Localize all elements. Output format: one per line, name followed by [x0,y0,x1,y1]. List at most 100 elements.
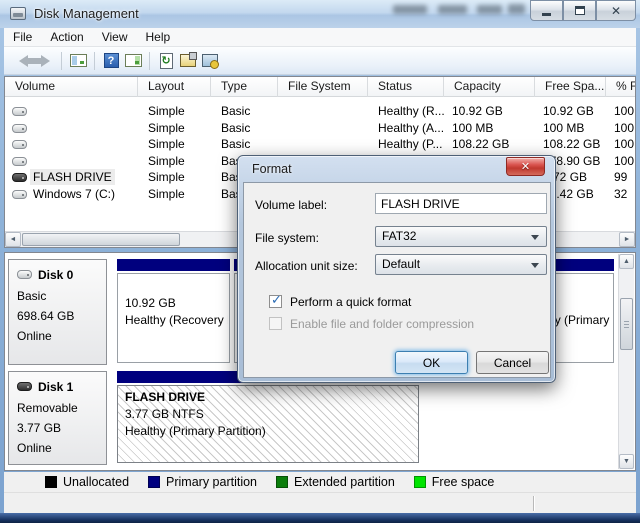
volume-icon [12,190,27,199]
dialog-body: Volume label: File system: FAT32 Allocat… [243,182,551,378]
menu-bar: File Action View Help [4,28,636,47]
ok-button[interactable]: OK [395,351,468,374]
maximize-button[interactable] [563,0,596,21]
volume-label-input[interactable] [375,193,547,214]
partition-label: FLASH DRIVE [125,390,417,405]
volume-icon [12,107,27,116]
primary-partition-color-swatch [148,476,160,488]
forward-button[interactable] [34,50,56,72]
menu-file[interactable]: File [4,28,41,46]
dialog-close-button[interactable]: ✕ [506,157,545,176]
volume-label-label: Volume label: [255,198,327,212]
cell-type: Basic [221,120,276,137]
disk-1-row: Disk 1 Removable 3.77 GB Online FLASH DR… [8,371,611,465]
cell-capacity: 108.22 GB [452,136,534,153]
disk-management-icon [10,7,26,20]
volume-icon [12,124,27,133]
disk-0-type: Basic [17,289,106,303]
show-console-tree-button[interactable] [67,50,89,72]
volume-row[interactable]: Simple Basic Healthy (A... 100 MB 100 MB… [5,120,635,137]
refresh-button[interactable]: ↻ [155,50,177,72]
cell-status: Healthy (A... [378,120,444,137]
cell-layout: Simple [148,169,208,186]
dialog-title: Format [252,162,292,176]
disk-icon [17,382,32,391]
format-dialog: Format ✕ Volume label: File system: FAT3… [237,155,556,383]
compression-checkbox[interactable] [269,317,282,330]
primary-partition-bar [117,259,230,271]
volume-row[interactable]: Simple Basic Healthy (P... 108.22 GB 108… [5,136,635,153]
menu-action[interactable]: Action [41,28,92,46]
legend-bar: Unallocated Primary partition Extended p… [4,472,636,492]
window-bottom-border [0,513,640,523]
disk-0-status: Online [17,329,106,343]
close-icon: ✕ [611,4,621,18]
scroll-up-button[interactable]: ▲ [619,254,634,269]
legend-primary-partition: Primary partition [148,475,257,489]
legend-free-space: Free space [414,475,495,489]
scroll-right-button[interactable]: ► [619,232,635,247]
column-header-pct-free[interactable]: % Free [606,77,635,97]
allocation-unit-label: Allocation unit size: [255,259,358,273]
cell-free-space: 10.92 GB [543,103,605,120]
unallocated-color-swatch [45,476,57,488]
partition-recovery[interactable]: 10.92 GB Healthy (Recovery Partition) [117,259,230,365]
column-header-type[interactable]: Type [211,77,278,97]
forward-icon [41,55,50,67]
horizontal-scroll-thumb[interactable] [22,233,180,246]
column-header-layout[interactable]: Layout [138,77,211,97]
column-header-status[interactable]: Status [368,77,444,97]
cell-pct-free: 100 [614,153,636,170]
disk-management-window: Disk Management ✕ File Action View Help … [0,0,640,523]
title-bar[interactable]: Disk Management ✕ [0,0,640,28]
cell-free-space: 108.22 GB [543,136,605,153]
cancel-button[interactable]: Cancel [476,351,549,374]
status-bar-separator [533,496,535,511]
disk-management-console-button[interactable] [199,50,221,72]
console-window-icon [202,54,218,67]
disk-1-type: Removable [17,401,106,415]
cell-pct-free: 99 [614,169,636,186]
allocation-unit-dropdown[interactable]: Default [375,254,547,275]
column-header-volume[interactable]: Volume [5,77,138,97]
menu-view[interactable]: View [93,28,137,46]
scroll-left-button[interactable]: ◄ [5,232,21,247]
thumb-grip [624,324,629,325]
volume-row[interactable]: Simple Basic Healthy (R... 10.92 GB 10.9… [5,103,635,120]
console-tree-icon [70,54,87,67]
partition-flash-drive[interactable]: FLASH DRIVE 3.77 GB NTFS Healthy (Primar… [117,371,419,465]
window-title: Disk Management [34,6,139,21]
column-header-capacity[interactable]: Capacity [444,77,535,97]
back-icon [19,55,28,67]
properties-button[interactable] [177,50,199,72]
disk-1-info-box[interactable]: Disk 1 Removable 3.77 GB Online [8,371,107,465]
scroll-down-button[interactable]: ▼ [619,454,634,469]
help-button[interactable]: ? [100,50,122,72]
window-controls: ✕ [530,0,636,22]
minimize-button[interactable] [530,0,563,21]
check-icon: ✓ [271,292,282,308]
chevron-down-icon [531,235,539,240]
disk-1-size: 3.77 GB [17,421,106,435]
file-system-dropdown[interactable]: FAT32 [375,226,547,247]
menu-help[interactable]: Help [137,28,180,46]
quick-format-checkbox[interactable]: ✓ [269,295,282,308]
cell-layout: Simple [148,120,208,137]
cell-status: Healthy (R... [378,103,444,120]
maximize-icon [575,6,585,15]
column-header-free-space[interactable]: Free Spa... [535,77,606,97]
disk-1-name: Disk 1 [17,380,106,394]
vertical-scrollbar[interactable]: ▲ ▼ [618,254,634,469]
show-action-pane-button[interactable] [122,50,144,72]
file-system-label: File system: [255,231,319,245]
vertical-scroll-thumb[interactable] [620,298,633,350]
partition-status: Healthy (Primary Partition) [125,424,417,439]
cell-layout: Simple [148,153,208,170]
cell-capacity: 10.92 GB [452,103,534,120]
compression-label: Enable file and folder compression [290,317,474,331]
close-button[interactable]: ✕ [596,0,636,21]
column-header-file-system[interactable]: File System [278,77,368,97]
cell-capacity: 100 MB [452,120,534,137]
back-button[interactable] [12,50,34,72]
disk-0-info-box[interactable]: Disk 0 Basic 698.64 GB Online [8,259,107,365]
